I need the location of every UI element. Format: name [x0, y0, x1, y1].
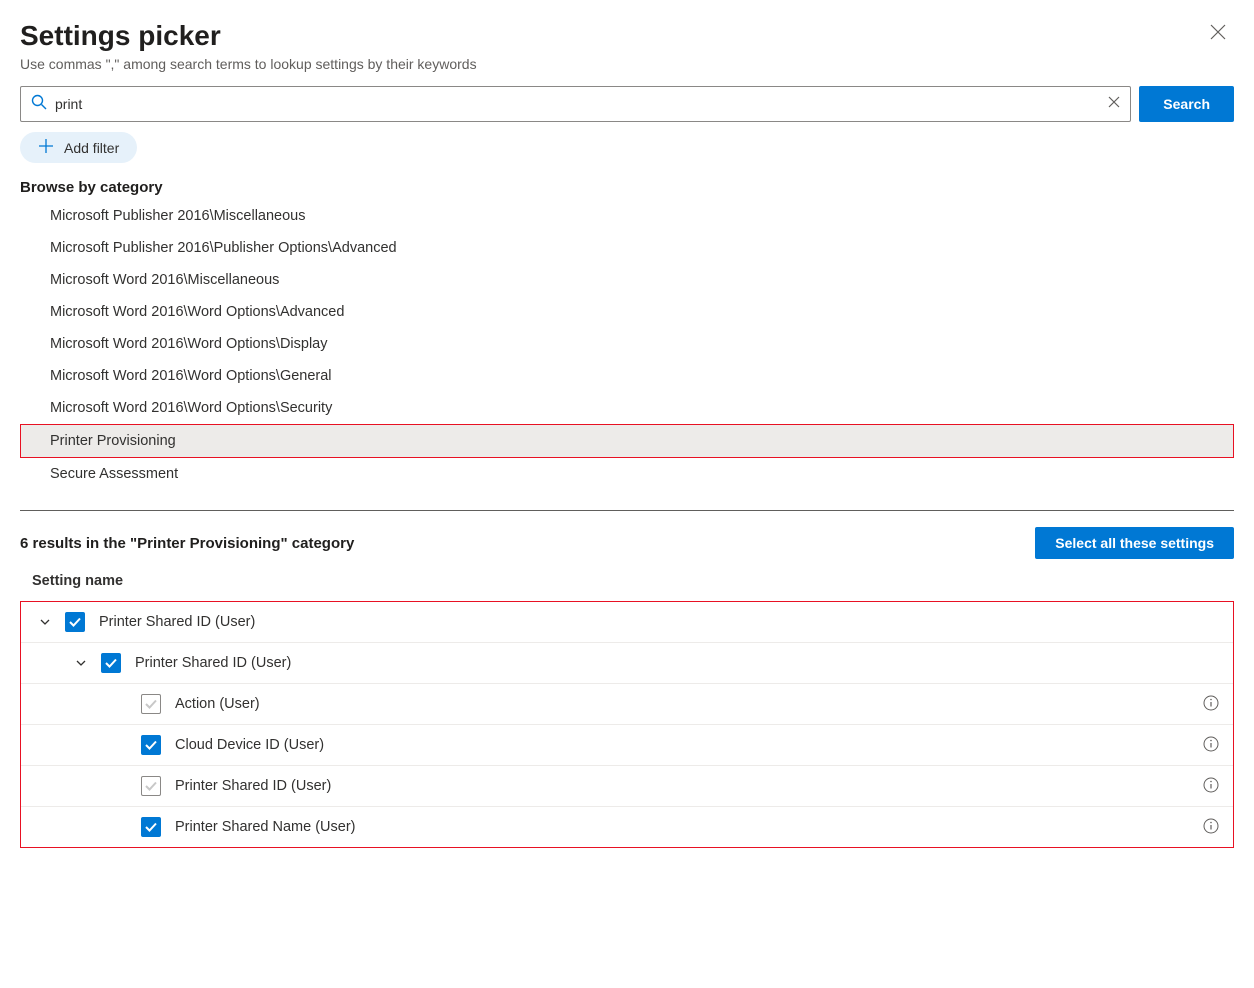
tree-row: Cloud Device ID (User)	[21, 725, 1233, 766]
info-icon[interactable]	[1203, 695, 1219, 714]
tree-row: Action (User)	[21, 684, 1233, 725]
add-filter-button[interactable]: Add filter	[20, 132, 137, 163]
setting-label: Printer Shared ID (User)	[135, 655, 1219, 671]
category-item[interactable]: Printer Provisioning	[20, 424, 1234, 458]
category-item[interactable]: Microsoft Publisher 2016\Publisher Optio…	[20, 232, 1234, 264]
category-list[interactable]: Microsoft Publisher 2016\MiscellaneousMi…	[20, 200, 1234, 490]
tree-row: Printer Shared ID (User)	[21, 602, 1233, 643]
search-input-wrapper	[20, 86, 1131, 122]
category-item[interactable]: Microsoft Word 2016\Miscellaneous	[20, 264, 1234, 296]
setting-label: Printer Shared ID (User)	[175, 778, 1193, 794]
category-item[interactable]: Microsoft Publisher 2016\Miscellaneous	[20, 200, 1234, 232]
select-all-button[interactable]: Select all these settings	[1035, 527, 1234, 559]
checkbox[interactable]	[65, 612, 85, 632]
checkbox[interactable]	[141, 694, 161, 714]
category-item[interactable]: Microsoft Word 2016\Word Options\Display	[20, 328, 1234, 360]
setting-label: Action (User)	[175, 696, 1193, 712]
setting-label: Cloud Device ID (User)	[175, 737, 1193, 753]
section-divider	[20, 510, 1234, 511]
setting-name-column-header: Setting name	[20, 573, 1234, 589]
search-icon	[31, 94, 47, 115]
category-item[interactable]: Secure Assessment	[20, 458, 1234, 490]
page-title: Settings picker	[20, 20, 477, 52]
close-icon[interactable]	[1202, 20, 1234, 49]
search-button[interactable]: Search	[1139, 86, 1234, 122]
checkbox[interactable]	[141, 817, 161, 837]
setting-label: Printer Shared Name (User)	[175, 819, 1193, 835]
category-item[interactable]: Microsoft Word 2016\Word Options\Advance…	[20, 296, 1234, 328]
settings-tree: Printer Shared ID (User) Printer Shared I…	[20, 601, 1234, 848]
results-count: 6 results in the "Printer Provisioning" …	[20, 535, 354, 552]
tree-row: Printer Shared Name (User)	[21, 807, 1233, 847]
search-input[interactable]	[55, 87, 1100, 121]
plus-icon	[38, 138, 54, 157]
clear-icon[interactable]	[1100, 95, 1120, 113]
info-icon[interactable]	[1203, 777, 1219, 796]
setting-label: Printer Shared ID (User)	[99, 614, 1219, 630]
add-filter-label: Add filter	[64, 140, 119, 156]
checkbox[interactable]	[101, 653, 121, 673]
chevron-down-icon[interactable]	[71, 656, 91, 670]
tree-row: Printer Shared ID (User)	[21, 643, 1233, 684]
category-item[interactable]: Microsoft Word 2016\Word Options\Securit…	[20, 392, 1234, 424]
page-subtitle: Use commas "," among search terms to loo…	[20, 56, 477, 72]
checkbox[interactable]	[141, 735, 161, 755]
chevron-down-icon[interactable]	[35, 615, 55, 629]
info-icon[interactable]	[1203, 736, 1219, 755]
checkbox[interactable]	[141, 776, 161, 796]
browse-by-category-label: Browse by category	[20, 179, 1234, 196]
info-icon[interactable]	[1203, 818, 1219, 837]
tree-row: Printer Shared ID (User)	[21, 766, 1233, 807]
category-item[interactable]: Microsoft Word 2016\Word Options\General	[20, 360, 1234, 392]
